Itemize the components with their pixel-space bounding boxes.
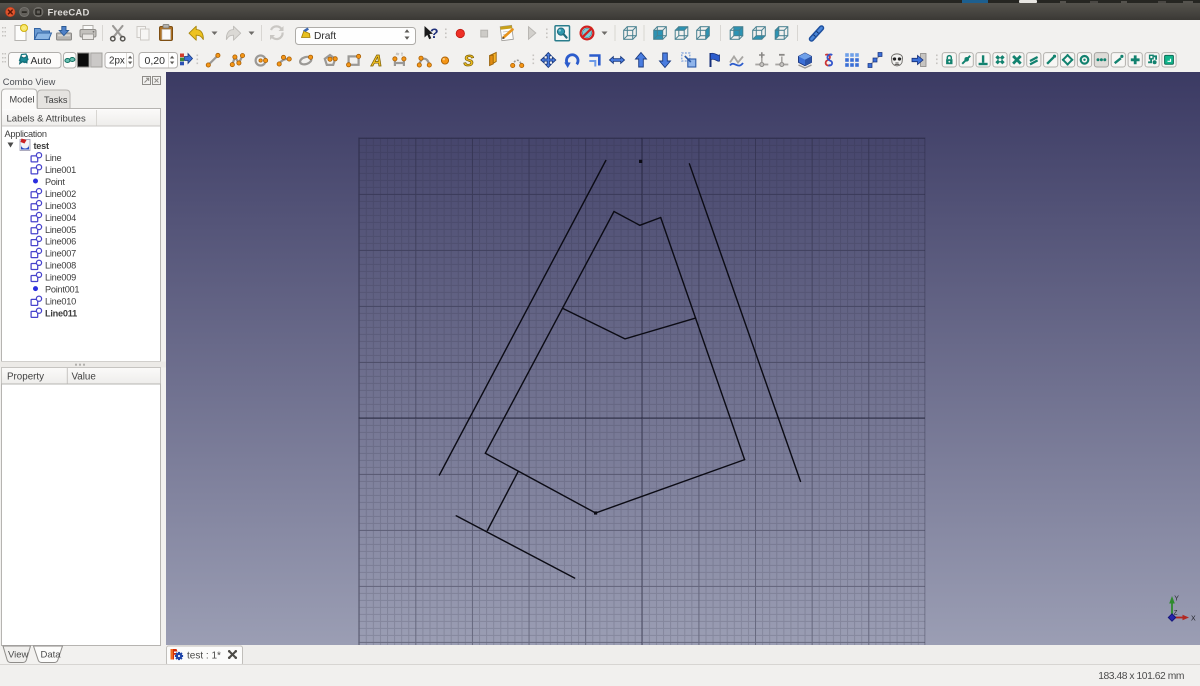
svg-text:Line009: Line009 bbox=[45, 273, 76, 283]
svg-text:Labels & Attributes: Labels & Attributes bbox=[7, 114, 86, 125]
svg-text:Draft: Draft bbox=[314, 31, 336, 42]
svg-text:Data: Data bbox=[41, 650, 62, 661]
svg-text:Model: Model bbox=[10, 95, 35, 105]
svg-text:Z: Z bbox=[1174, 610, 1178, 616]
svg-text:test : 1*: test : 1* bbox=[187, 651, 221, 662]
svg-text:2px: 2px bbox=[109, 56, 125, 67]
svg-text:Line001: Line001 bbox=[45, 165, 76, 175]
svg-text:FreeCAD: FreeCAD bbox=[48, 7, 90, 18]
svg-text:Line005: Line005 bbox=[45, 225, 76, 235]
svg-text:Line008: Line008 bbox=[45, 261, 76, 271]
svg-text:Y: Y bbox=[1174, 596, 1179, 603]
svg-text:Line: Line bbox=[45, 153, 62, 163]
svg-text:Line011: Line011 bbox=[45, 309, 77, 319]
svg-text:test: test bbox=[34, 141, 50, 151]
svg-text:Line006: Line006 bbox=[45, 237, 76, 247]
svg-text:View: View bbox=[8, 650, 29, 661]
svg-text:Application: Application bbox=[5, 129, 47, 139]
svg-text:Line003: Line003 bbox=[45, 201, 76, 211]
svg-text:?: ? bbox=[430, 25, 439, 41]
svg-text:Auto: Auto bbox=[31, 56, 52, 67]
svg-text:Line007: Line007 bbox=[45, 249, 76, 259]
svg-text:A: A bbox=[370, 53, 382, 70]
svg-text:Line010: Line010 bbox=[45, 297, 76, 307]
svg-text:Point: Point bbox=[45, 177, 65, 187]
svg-text:0,20: 0,20 bbox=[145, 55, 166, 67]
svg-text:Value: Value bbox=[72, 372, 97, 383]
svg-text:Line002: Line002 bbox=[45, 189, 76, 199]
svg-text:Combo View: Combo View bbox=[3, 77, 56, 87]
svg-text:X: X bbox=[1191, 616, 1196, 623]
svg-text:S: S bbox=[464, 53, 475, 70]
svg-text:Property: Property bbox=[7, 372, 44, 383]
svg-text:Line004: Line004 bbox=[45, 213, 76, 223]
svg-text:Point001: Point001 bbox=[45, 285, 79, 295]
svg-text:Tasks: Tasks bbox=[44, 95, 68, 105]
